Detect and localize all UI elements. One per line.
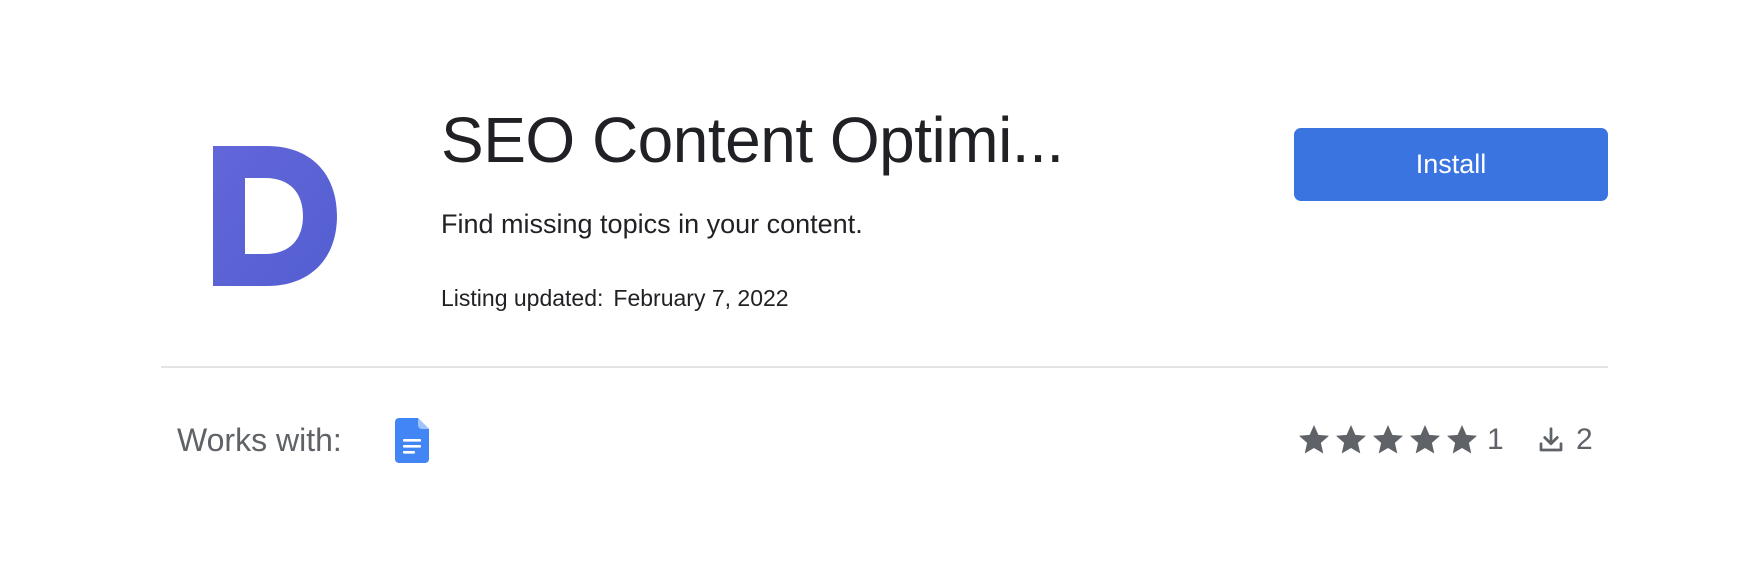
listing-updated-date: February 7, 2022 xyxy=(613,285,789,311)
divider xyxy=(161,366,1608,368)
google-docs-icon[interactable] xyxy=(395,418,429,463)
app-description: Find missing topics in your content. xyxy=(441,209,863,239)
app-listing-header: SEO Content Optimi... Find missing topic… xyxy=(0,0,1760,570)
listing-updated-label: Listing updated: xyxy=(441,285,604,311)
star-icon xyxy=(1336,425,1366,454)
star-icon xyxy=(1373,425,1403,454)
star-icon xyxy=(1410,425,1440,454)
rating[interactable]: 1 xyxy=(1296,420,1504,460)
downloads: 2 xyxy=(1536,420,1593,460)
star-icon xyxy=(1447,425,1477,454)
app-logo xyxy=(205,126,345,286)
star-icon xyxy=(1299,425,1329,454)
downloads-count: 2 xyxy=(1576,423,1593,456)
install-button[interactable]: Install xyxy=(1294,128,1608,201)
rating-count: 1 xyxy=(1487,423,1504,456)
download-icon xyxy=(1539,427,1563,452)
app-title: SEO Content Optimi... xyxy=(441,104,1064,176)
listing-updated: Listing updated: February 7, 2022 xyxy=(441,283,789,313)
works-with-label: Works with: xyxy=(177,422,342,458)
